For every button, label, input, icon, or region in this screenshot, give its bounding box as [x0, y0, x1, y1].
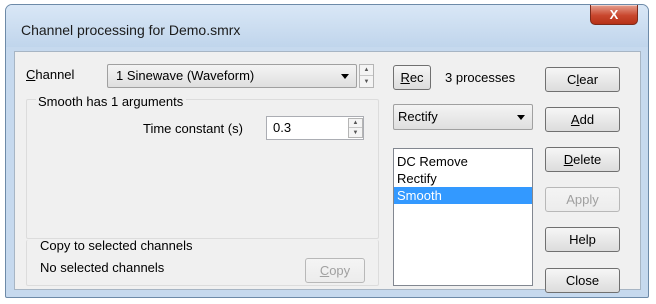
process-type-value: Rectify: [398, 109, 438, 124]
rec-button[interactable]: Rec: [393, 65, 431, 90]
close-icon: X: [609, 7, 619, 22]
chevron-down-icon: [517, 115, 525, 120]
close-button[interactable]: Close: [545, 268, 620, 293]
spin-down-icon[interactable]: ▼: [349, 128, 362, 137]
process-list[interactable]: DC Remove Rectify Smooth: [393, 148, 533, 286]
title-bar[interactable]: Channel processing for Demo.smrx X: [6, 5, 648, 47]
apply-button[interactable]: Apply: [545, 187, 620, 212]
process-type-select[interactable]: Rectify: [393, 104, 533, 130]
dialog-client-area: Channel 1 Sinewave (Waveform) ▲ ▼ Smooth…: [14, 51, 641, 293]
channel-spinner[interactable]: ▲ ▼: [359, 64, 374, 88]
spin-down-icon[interactable]: ▼: [360, 76, 373, 87]
add-button[interactable]: Add: [545, 107, 620, 132]
time-constant-spinner[interactable]: ▲ ▼: [348, 118, 363, 138]
dialog-window: Channel processing for Demo.smrx X Chann…: [5, 4, 649, 298]
close-window-button[interactable]: X: [590, 5, 638, 25]
copy-group-caption: Copy to selected channels: [40, 238, 193, 253]
channel-select-value: 1 Sinewave (Waveform): [116, 68, 255, 83]
process-list-items: DC Remove Rectify Smooth: [394, 149, 532, 204]
time-constant-label: Time constant (s): [143, 121, 243, 136]
help-button[interactable]: Help: [545, 227, 620, 252]
smooth-group-caption: Smooth has 1 arguments: [36, 94, 187, 109]
list-item[interactable]: DC Remove: [394, 153, 532, 170]
spin-up-icon[interactable]: ▲: [349, 119, 362, 128]
window-title: Channel processing for Demo.smrx: [21, 22, 241, 38]
list-item[interactable]: Rectify: [394, 170, 532, 187]
clear-button[interactable]: Clear: [545, 67, 620, 92]
channel-select[interactable]: 1 Sinewave (Waveform): [107, 64, 357, 88]
channel-label: Channel: [26, 67, 75, 82]
delete-button[interactable]: Delete: [545, 147, 620, 172]
copy-status-text: No selected channels: [40, 260, 165, 275]
copy-button[interactable]: Copy: [305, 258, 365, 283]
process-count: 3 processes: [445, 70, 516, 85]
list-item[interactable]: Smooth: [394, 187, 532, 204]
chevron-down-icon: [341, 74, 349, 79]
spin-up-icon[interactable]: ▲: [360, 65, 373, 76]
